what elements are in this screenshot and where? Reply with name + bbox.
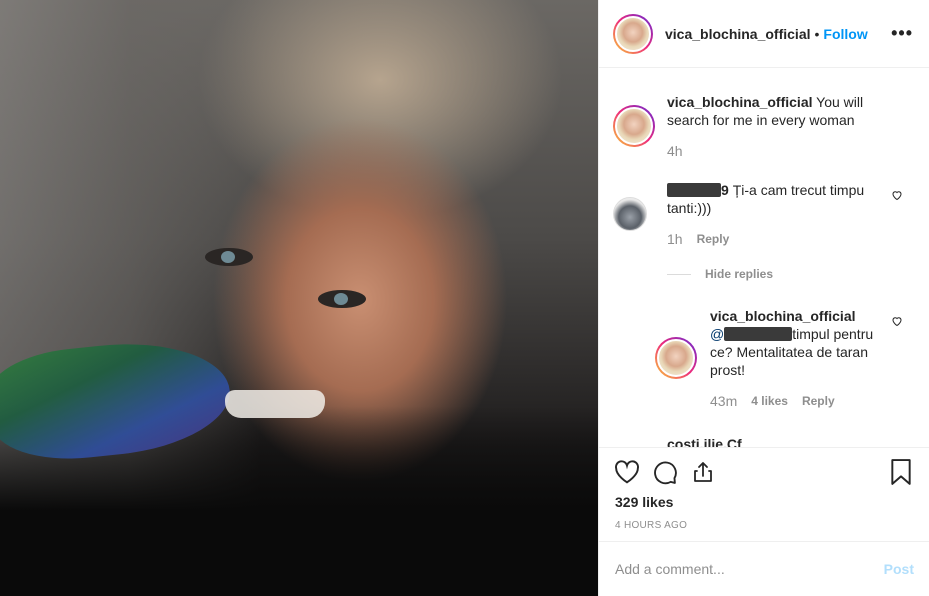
post-header: vica_blochina_official • Follow ••• <box>599 0 929 68</box>
caption: vica_blochina_official You will search f… <box>667 93 907 129</box>
post-button[interactable]: Post <box>884 561 914 577</box>
reply-button[interactable]: Reply <box>697 232 730 246</box>
reply-username[interactable]: vica_blochina_official <box>710 308 856 324</box>
photo-eye-right <box>318 290 366 308</box>
reply-likes[interactable]: 4 likes <box>751 394 788 408</box>
mention-at: @ <box>710 326 725 342</box>
header-username[interactable]: vica_blochina_official <box>665 26 811 42</box>
post-modal: vica_blochina_official • Follow ••• vica… <box>0 0 929 596</box>
heart-icon[interactable] <box>614 459 640 485</box>
post-sidebar: vica_blochina_official • Follow ••• vica… <box>598 0 929 596</box>
post-actions: 329 likes 4 HOURS AGO <box>599 447 929 541</box>
redacted-mention <box>724 327 793 341</box>
caption-meta: 4h <box>667 143 683 159</box>
reply-avatar[interactable] <box>655 337 697 379</box>
reply-mention[interactable]: @ <box>710 326 793 342</box>
share-icon[interactable] <box>690 459 716 485</box>
comment-like-heart-icon[interactable] <box>891 189 903 201</box>
hide-replies-button[interactable]: Hide replies <box>705 267 773 281</box>
photo-smile <box>225 390 325 418</box>
post-time[interactable]: 4 HOURS AGO <box>615 520 914 531</box>
follow-button[interactable]: Follow <box>823 26 867 42</box>
more-options-icon[interactable]: ••• <box>891 23 913 44</box>
hide-replies-line <box>667 274 691 276</box>
comment-time: 1h <box>667 231 683 247</box>
comments-list[interactable]: vica_blochina_official You will search f… <box>599 69 929 447</box>
comment-username-suffix[interactable]: 9 <box>721 182 729 198</box>
reply-reply-button[interactable]: Reply <box>802 394 835 408</box>
caption-username[interactable]: vica_blochina_official <box>667 94 813 110</box>
likes-count[interactable]: 329 likes <box>615 494 914 510</box>
caption-avatar[interactable] <box>613 105 655 147</box>
reply-meta: 43m 4 likes Reply <box>710 393 835 409</box>
caption-time: 4h <box>667 143 683 159</box>
add-comment-bar: Post <box>599 541 929 596</box>
photo-eye-left <box>205 248 253 266</box>
hide-replies[interactable]: Hide replies <box>667 267 773 281</box>
reply: vica_blochina_official @ timpul pentru ce… <box>710 307 890 379</box>
comment-meta: 1h Reply <box>667 231 729 247</box>
post-photo[interactable] <box>0 0 598 596</box>
avatar[interactable] <box>613 13 653 54</box>
next-comment-username[interactable]: costi.ilie.Cf <box>667 435 742 447</box>
comment-icon[interactable] <box>652 459 678 485</box>
reply-time: 43m <box>710 393 738 409</box>
redacted-username <box>667 183 721 197</box>
reply-like-heart-icon[interactable] <box>891 315 903 327</box>
comment: 9 Ți-a cam trecut timpu tanti:))) <box>667 181 887 217</box>
add-comment-input[interactable] <box>615 561 884 577</box>
separator-dot: • <box>814 25 820 42</box>
commenter-avatar[interactable] <box>613 197 647 231</box>
bookmark-icon[interactable] <box>888 459 914 485</box>
